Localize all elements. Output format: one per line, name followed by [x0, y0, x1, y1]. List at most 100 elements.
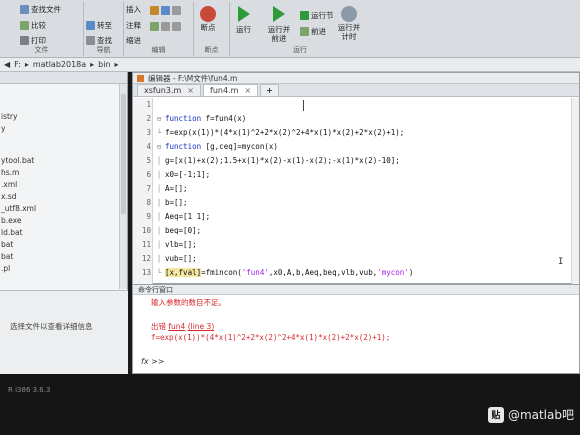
file-item[interactable]: bat: [0, 240, 120, 252]
navigate-group-label: 导航: [96, 46, 111, 54]
file-list: istry y ytool.bat hs.m .xml x.sd _utf8.x…: [0, 112, 120, 276]
code-line: 4 ⊟ function [g,ceq]=mycon(x): [146, 142, 278, 151]
path-drive[interactable]: F:: [14, 60, 21, 69]
fold-icon[interactable]: ⊟: [153, 115, 165, 123]
current-folder-header: [0, 72, 127, 84]
matlab-window: 查找文件 比较 打印 文件 转至 查找 导航 插入 注释 缩进 编辑 断点 断点…: [0, 0, 580, 435]
command-window-title: 命令行窗口: [133, 285, 579, 295]
details-panel: 选择文件以查看详细信息: [0, 290, 128, 380]
error-function-link[interactable]: fun4: [168, 322, 185, 331]
code-line: 1: [146, 100, 151, 109]
code-line: 7 │ A=[];: [146, 184, 188, 193]
watermark-text: @matlab吧: [507, 408, 574, 422]
goto-icon: [86, 21, 95, 30]
new-tab-button[interactable]: +: [260, 84, 279, 96]
run-group: 运行 运行并 前进 运行节 前进 运行并 计时 运行: [230, 2, 370, 56]
run-button[interactable]: 运行: [236, 6, 251, 34]
current-folder-panel: istry y ytool.bat hs.m .xml x.sd _utf8.x…: [0, 72, 128, 380]
run-section-button[interactable]: 运行节: [300, 10, 334, 21]
find-files-button[interactable]: 查找文件: [20, 4, 61, 15]
file-group: 查找文件 比较 打印 文件: [0, 2, 84, 56]
editor-title: 编辑器 - F:\M文件\fun4.m: [148, 73, 238, 83]
command-prompt[interactable]: fx >>: [141, 357, 165, 366]
tieba-logo-icon: 贴: [487, 406, 504, 423]
code-line: 3 └ f=exp(x(1))*(4*x(1)^2+2*x(2)^2+4*x(1)*…: [146, 128, 405, 137]
goto-button[interactable]: 转至: [86, 20, 112, 31]
code-line: 10 │ beq=[0];: [141, 226, 202, 235]
editor-scrollbar[interactable]: [571, 98, 579, 284]
status-text: R i386 3.6.3: [8, 386, 51, 394]
run-group-label: 运行: [293, 46, 307, 54]
advance-button[interactable]: 前进: [300, 26, 326, 37]
path-folder-2[interactable]: bin: [98, 60, 110, 69]
watermark: 贴 @matlab吧: [487, 406, 574, 423]
file-item[interactable]: .pl: [0, 264, 120, 276]
file-list-scrollbar[interactable]: [119, 84, 127, 289]
file-item[interactable]: ld.bat: [0, 228, 120, 240]
edit-group: 插入 注释 缩进 编辑: [124, 2, 194, 56]
run-section-icon: [300, 11, 309, 20]
path-folder-1[interactable]: matlab2018a: [33, 60, 86, 69]
breakpoint-icon: [200, 6, 216, 22]
folder-up-icon[interactable]: ◀: [4, 60, 10, 69]
highlighted-output-vars: [x,fval]: [165, 268, 202, 277]
current-folder-bar: ◀ F: ▸ matlab2018a ▸ bin ▸: [0, 58, 580, 72]
file-item[interactable]: ytool.bat: [0, 156, 120, 168]
print-icon: [20, 36, 29, 45]
breakpoints-group-label: 断点: [204, 46, 219, 54]
tab-xsfun3[interactable]: xsfun3.m ×: [137, 84, 201, 96]
code-line: 9 │ Aeq=[1 1];: [146, 212, 211, 221]
run-time-icon: [341, 6, 357, 22]
file-item[interactable]: hs.m: [0, 168, 120, 180]
tab-fun4[interactable]: fun4.m ×: [203, 84, 259, 96]
compare-button[interactable]: 比较: [20, 20, 46, 31]
editor-tabs: xsfun3.m × fun4.m × +: [133, 84, 579, 97]
code-area[interactable]: 1 2 ⊟ function f=fun4(x) 3 └ f=exp(x(1))*(4*…: [133, 98, 579, 284]
code-line: 12 │ vub=[];: [141, 254, 197, 263]
file-item[interactable]: y: [0, 124, 120, 136]
editor-panel: 编辑器 - F:\M文件\fun4.m xsfun3.m × fun4.m × + …: [132, 72, 580, 284]
close-icon[interactable]: ×: [187, 86, 194, 95]
file-item[interactable]: x.sd: [0, 192, 120, 204]
error-code-line: f=exp(x(1))*(4*x(1)^2+2*x(2)^2+4*x(1)*x(…: [151, 333, 391, 342]
code-line: 11 │ vlb=[];: [141, 240, 197, 249]
insert-button[interactable]: 插入: [126, 4, 141, 15]
file-item[interactable]: bat: [0, 252, 120, 264]
comment-tools-icon[interactable]: [150, 22, 183, 31]
run-and-advance-button[interactable]: 运行并 前进: [264, 6, 294, 43]
edit-group-label: 编辑: [151, 46, 166, 54]
toolstrip: 查找文件 比较 打印 文件 转至 查找 导航 插入 注释 缩进 编辑 断点 断点…: [0, 0, 580, 58]
error-line-link[interactable]: (line 3): [188, 322, 215, 331]
file-item[interactable]: b.exe: [0, 216, 120, 228]
error-message: 输入参数的数目不足。: [151, 298, 226, 307]
close-icon[interactable]: ×: [244, 86, 251, 95]
details-placeholder: 选择文件以查看详细信息: [10, 322, 93, 331]
scrollbar-thumb[interactable]: [121, 94, 126, 214]
breakpoints-button[interactable]: 断点: [200, 6, 216, 32]
compare-icon: [20, 21, 29, 30]
text-cursor: [303, 100, 304, 111]
code-line: 2 ⊟ function f=fun4(x): [146, 114, 247, 123]
screen-bezel: [0, 374, 580, 435]
navigate-group: 转至 查找 导航: [84, 2, 124, 56]
find-icon: [86, 36, 95, 45]
run-icon: [237, 6, 250, 22]
code-line: 5 │ g=[x(1)+x(2);1.5+x(1)*x(2)-x(1)-x(2);-…: [146, 156, 400, 165]
run-advance-icon: [273, 6, 285, 22]
breakpoints-group: 断点 断点: [194, 2, 230, 56]
error-location: 出错 fun4 (line 3): [151, 322, 215, 331]
comment-button[interactable]: 注释: [126, 20, 141, 31]
editor-titlebar: 编辑器 - F:\M文件\fun4.m: [133, 73, 579, 84]
fx-icon[interactable]: [150, 6, 183, 15]
find-files-icon: [20, 5, 29, 14]
editor-icon: [137, 74, 144, 82]
advance-icon: [300, 27, 309, 36]
file-item[interactable]: .xml: [0, 180, 120, 192]
file-item[interactable]: istry: [0, 112, 120, 124]
fmincon-call: =fmincon('fun4',x0,A,b,Aeq,beq,vlb,vub,'…: [201, 268, 414, 277]
file-item[interactable]: _utf8.xml: [0, 204, 120, 216]
fold-icon[interactable]: ⊟: [153, 143, 165, 151]
code-line: 8 │ b=[];: [146, 198, 188, 207]
code-line: 13 └ [x,fval] =fmincon('fun4',x0,A,b,Aeq,be…: [141, 268, 414, 277]
run-and-time-button[interactable]: 运行并 计时: [334, 6, 364, 41]
